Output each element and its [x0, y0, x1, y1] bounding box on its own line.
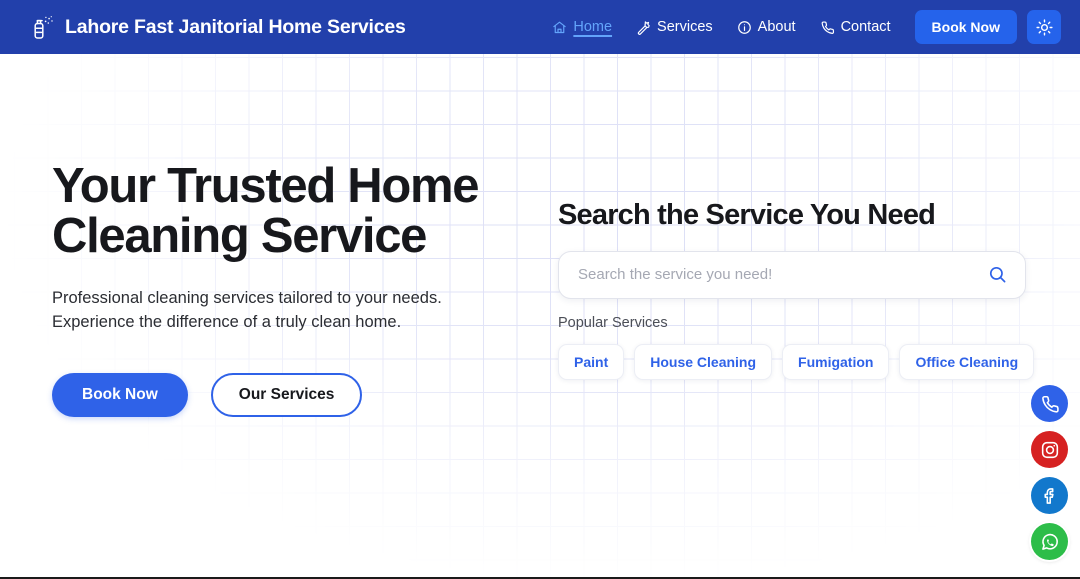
instagram-icon	[1041, 441, 1058, 458]
hero-cta-group: Book Now Our Services	[52, 372, 562, 417]
nav-item-services-label: Services	[657, 19, 713, 35]
chip-fumigation[interactable]: Fumigation	[782, 343, 890, 380]
main-nav: Home Services About Contact Book Now	[540, 10, 1061, 44]
site-header: Lahore Fast Janitorial Home Services Hom…	[0, 0, 1080, 54]
nav-item-home[interactable]: Home	[540, 13, 624, 41]
nav-item-home-label: Home	[573, 19, 613, 35]
search-box[interactable]	[558, 250, 1026, 299]
theme-toggle-button[interactable]	[1027, 10, 1061, 44]
nav-item-services[interactable]: Services	[624, 13, 725, 41]
hero-our-services-button[interactable]: Our Services	[210, 372, 363, 417]
social-whatsapp-button[interactable]	[1031, 523, 1068, 560]
magnifier-icon	[989, 267, 1006, 283]
brand-name: Lahore Fast Janitorial Home Services	[65, 15, 406, 38]
chip-paint[interactable]: Paint	[558, 343, 625, 380]
hero-title-line-2: Cleaning Service	[52, 208, 427, 263]
search-panel-title: Search the Service You Need	[558, 199, 936, 231]
hero-subtitle-line-1: Professional cleaning services tailored …	[52, 288, 442, 307]
wrench-icon	[637, 20, 650, 35]
search-input[interactable]	[578, 251, 986, 298]
info-circle-icon	[737, 20, 751, 34]
hero-subtitle: Professional cleaning services tailored …	[52, 287, 562, 335]
hero-book-now-button[interactable]: Book Now	[52, 372, 188, 417]
popular-services-label: Popular Services	[558, 314, 668, 331]
nav-item-contact[interactable]: Contact	[808, 13, 903, 41]
hero-title-line-1: Your Trusted Home	[52, 159, 480, 213]
phone-icon	[1041, 395, 1059, 413]
spray-bottle-icon	[34, 16, 53, 39]
phone-icon	[821, 20, 834, 34]
chip-office-cleaning[interactable]: Office Cleaning	[899, 343, 1035, 380]
page-root: Lahore Fast Janitorial Home Services Hom…	[0, 0, 1080, 579]
sun-icon	[1035, 18, 1053, 36]
floating-social-bar	[1031, 385, 1068, 560]
header-book-now-button[interactable]: Book Now	[914, 10, 1017, 44]
chip-house-cleaning[interactable]: House Cleaning	[634, 343, 773, 380]
search-submit-button[interactable]	[986, 265, 1009, 284]
hero-subtitle-line-2: Experience the difference of a truly cle…	[52, 312, 402, 331]
social-instagram-button[interactable]	[1031, 431, 1068, 468]
nav-item-contact-label: Contact	[840, 19, 891, 35]
brand-logo[interactable]: Lahore Fast Janitorial Home Services	[32, 14, 406, 40]
nav-item-about[interactable]: About	[725, 13, 808, 41]
home-icon	[553, 21, 567, 33]
popular-services-chip-list: Paint House Cleaning Fumigation Office C…	[558, 343, 1035, 380]
social-phone-button[interactable]	[1031, 385, 1068, 422]
service-search-panel: Search the Service You Need Popular Serv…	[558, 199, 1035, 380]
facebook-icon	[1043, 487, 1054, 504]
nav-item-about-label: About	[757, 19, 796, 35]
social-facebook-button[interactable]	[1031, 477, 1068, 514]
whatsapp-icon	[1041, 533, 1058, 550]
page-title: Your Trusted Home Cleaning Service	[52, 159, 562, 263]
hero-left-column: Your Trusted Home Cleaning Service Profe…	[52, 159, 562, 417]
